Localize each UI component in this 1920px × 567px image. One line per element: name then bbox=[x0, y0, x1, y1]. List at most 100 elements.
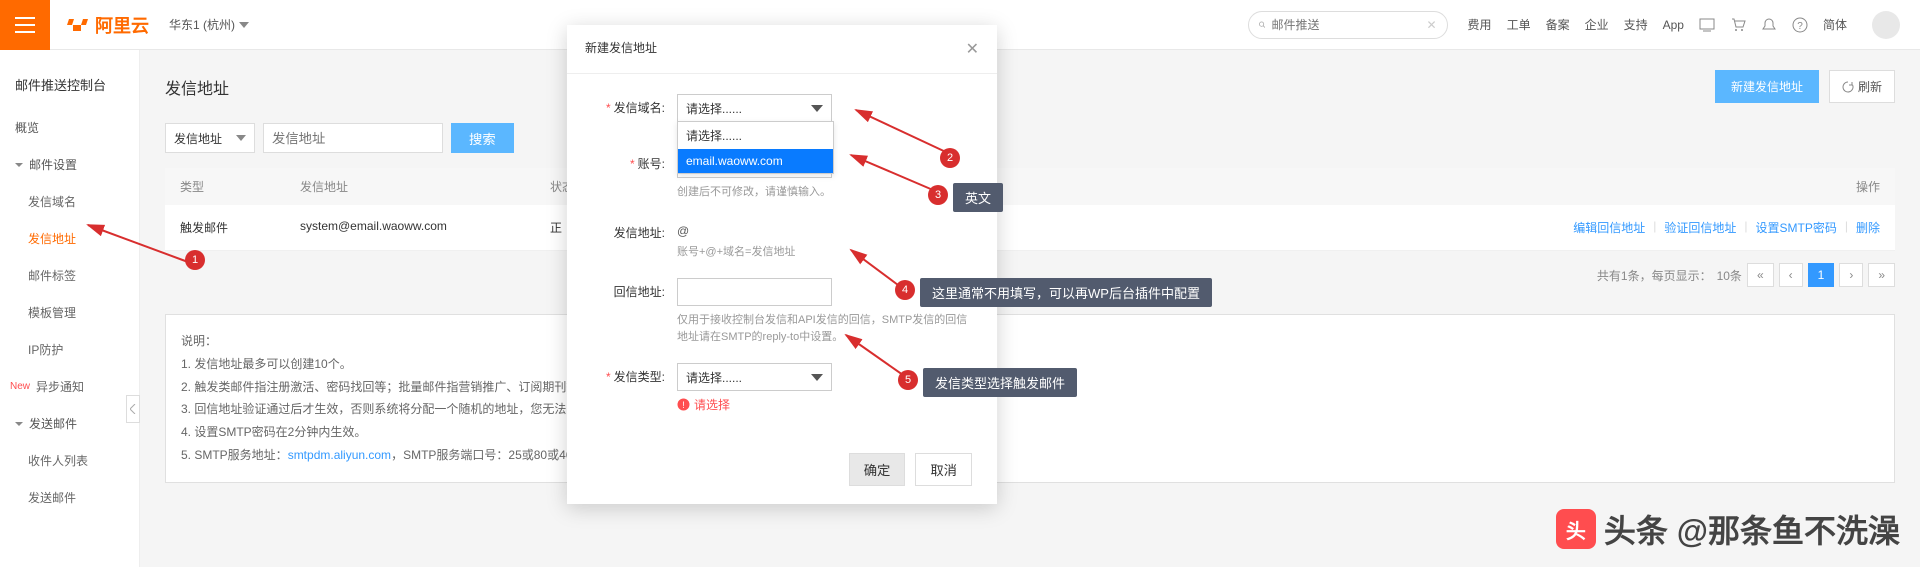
chevron-down-icon bbox=[236, 135, 246, 141]
watermark-icon: 头 bbox=[1556, 509, 1596, 549]
sidebar-overview[interactable]: 概览 bbox=[0, 109, 139, 146]
page-title: 发信地址 bbox=[165, 75, 229, 99]
annotation-badge-4: 4 bbox=[895, 280, 915, 300]
sidebar-title: 邮件推送控制台 bbox=[0, 60, 139, 109]
page-next[interactable]: › bbox=[1839, 263, 1863, 287]
domain-label: *发信域名: bbox=[592, 94, 677, 122]
domain-dropdown: 请选择...... email.waoww.com bbox=[677, 121, 834, 174]
info-title: 说明： bbox=[181, 330, 1879, 353]
modal-title: 新建发信地址 bbox=[585, 39, 657, 59]
create-address-button[interactable]: 新建发信地址 bbox=[1715, 70, 1819, 103]
hamburger-icon bbox=[15, 17, 35, 33]
chevron-down-icon bbox=[811, 374, 823, 381]
new-badge: New bbox=[10, 381, 30, 392]
aliyun-logo-icon bbox=[65, 13, 89, 37]
address-table: 类型 发信地址 状态 操作 触发邮件 system@email.waoww.co… bbox=[165, 168, 1895, 251]
info-line: 3. 回信地址验证通过后才生效，否则系统将分配一个随机的地址，您无法收到用户回复… bbox=[181, 398, 1879, 421]
nav-cost[interactable]: 费用 bbox=[1468, 16, 1492, 33]
table-row: 触发邮件 system@email.waoww.com 正 编辑回信地址| 验证… bbox=[165, 205, 1895, 251]
reply-label: 回信地址: bbox=[592, 278, 677, 345]
cell-type: 触发邮件 bbox=[180, 219, 300, 236]
logo[interactable]: 阿里云 bbox=[65, 12, 149, 38]
user-avatar[interactable] bbox=[1872, 11, 1900, 39]
nav-support[interactable]: 支持 bbox=[1624, 16, 1648, 33]
info-line: 5. SMTP服务地址：smtpdm.aliyun.com，SMTP服务端口号：… bbox=[181, 444, 1879, 467]
notification-icon[interactable] bbox=[1761, 17, 1777, 33]
chevron-down-icon bbox=[811, 105, 823, 112]
sidebar-notify[interactable]: New 异步通知 bbox=[0, 368, 139, 405]
search-input[interactable] bbox=[1271, 18, 1426, 32]
nav-ticket[interactable]: 工单 bbox=[1507, 16, 1531, 33]
type-label: *发信类型: bbox=[592, 363, 677, 413]
caret-down-icon bbox=[15, 161, 23, 169]
sidebar-send[interactable]: 发送邮件 bbox=[0, 479, 139, 516]
sidebar-recipients[interactable]: 收件人列表 bbox=[0, 442, 139, 479]
annotation-badge-2: 2 bbox=[940, 148, 960, 168]
nav-app[interactable]: App bbox=[1663, 18, 1684, 32]
action-verify-reply[interactable]: 验证回信地址 bbox=[1664, 219, 1736, 236]
cell-address: system@email.waoww.com bbox=[300, 219, 550, 236]
pagination-summary: 共有1条，每页显示： bbox=[1597, 267, 1712, 284]
account-label: *账号: bbox=[592, 150, 677, 201]
address-value: @ bbox=[677, 219, 972, 238]
sidebar-ip-protect[interactable]: IP防护 bbox=[0, 331, 139, 368]
page-first[interactable]: « bbox=[1747, 263, 1774, 287]
watermark: 头 头条 @那条鱼不洗澡 bbox=[1556, 506, 1900, 552]
annotation-badge-1: 1 bbox=[185, 250, 205, 270]
svg-text:?: ? bbox=[1797, 21, 1803, 32]
annotation-label-5: 发信类型选择触发邮件 bbox=[923, 368, 1077, 397]
annotation-badge-5: 5 bbox=[898, 370, 918, 390]
action-delete[interactable]: 删除 bbox=[1856, 219, 1880, 236]
nav-enterprise[interactable]: 企业 bbox=[1585, 16, 1609, 33]
dropdown-option-placeholder[interactable]: 请选择...... bbox=[678, 122, 833, 149]
sidebar-tags[interactable]: 邮件标签 bbox=[0, 257, 139, 294]
address-label: 发信地址: bbox=[592, 219, 677, 261]
modal-close-button[interactable]: ✕ bbox=[966, 39, 979, 59]
annotation-label-3: 英文 bbox=[953, 183, 1003, 212]
action-edit-reply[interactable]: 编辑回信地址 bbox=[1573, 219, 1645, 236]
global-search[interactable]: ✕ bbox=[1248, 11, 1448, 39]
action-set-smtp[interactable]: 设置SMTP密码 bbox=[1756, 219, 1837, 236]
filter-input[interactable] bbox=[263, 123, 443, 153]
info-box: 说明： 1. 发信地址最多可以创建10个。 2. 触发类邮件指注册激活、密码找回… bbox=[165, 314, 1895, 483]
search-icon bbox=[1259, 18, 1266, 32]
console-icon[interactable] bbox=[1699, 17, 1715, 33]
modal-cancel-button[interactable]: 取消 bbox=[915, 453, 972, 486]
type-select[interactable]: 请选择...... bbox=[677, 363, 832, 391]
type-error: ! 请选择 bbox=[677, 396, 972, 413]
chevron-down-icon bbox=[239, 22, 249, 28]
annotation-label-4: 这里通常不用填写，可以再WP后台插件中配置 bbox=[920, 278, 1212, 307]
page-current[interactable]: 1 bbox=[1808, 263, 1835, 287]
filter-type-select[interactable]: 发信地址 bbox=[165, 123, 255, 153]
error-icon: ! bbox=[677, 398, 690, 411]
search-clear-icon[interactable]: ✕ bbox=[1426, 18, 1436, 32]
domain-select[interactable]: 请选择...... bbox=[677, 94, 832, 122]
svg-text:!: ! bbox=[682, 400, 685, 410]
reply-hint: 仅用于接收控制台发信和API发信的回信，SMTP发信的回信地址请在SMTP的re… bbox=[677, 312, 972, 345]
pagination-per-page: 10条 bbox=[1717, 267, 1742, 284]
sidebar-domain[interactable]: 发信域名 bbox=[0, 183, 139, 220]
info-line: 4. 设置SMTP密码在2分钟内生效。 bbox=[181, 421, 1879, 444]
modal-confirm-button[interactable]: 确定 bbox=[849, 453, 906, 486]
help-icon[interactable]: ? bbox=[1792, 17, 1808, 33]
sidebar-template[interactable]: 模板管理 bbox=[0, 294, 139, 331]
region-selector[interactable]: 华东1 (杭州) bbox=[169, 16, 249, 33]
content-area: 发信地址 新建发信地址 刷新 发信地址 搜索 类型 发信地址 状态 操作 bbox=[140, 50, 1920, 567]
nav-backup[interactable]: 备案 bbox=[1546, 16, 1570, 33]
menu-button[interactable] bbox=[0, 0, 50, 50]
page-prev[interactable]: ‹ bbox=[1779, 263, 1803, 287]
sidebar-mail-settings[interactable]: 邮件设置 bbox=[0, 146, 139, 183]
sidebar-address[interactable]: 发信地址 bbox=[0, 220, 139, 257]
cart-icon[interactable] bbox=[1730, 17, 1746, 33]
search-button[interactable]: 搜索 bbox=[451, 123, 514, 153]
reply-input[interactable] bbox=[677, 278, 832, 306]
dropdown-option-domain[interactable]: email.waoww.com bbox=[678, 149, 833, 173]
sidebar-send-mail[interactable]: 发送邮件 bbox=[0, 405, 139, 442]
annotation-badge-3: 3 bbox=[928, 185, 948, 205]
page-last[interactable]: » bbox=[1868, 263, 1895, 287]
th-actions: 操作 bbox=[1550, 178, 1880, 195]
sidebar-collapse-handle[interactable] bbox=[126, 395, 140, 423]
smtp-host-link[interactable]: smtpdm.aliyun.com bbox=[288, 448, 391, 462]
refresh-button[interactable]: 刷新 bbox=[1829, 70, 1895, 103]
language-switch[interactable]: 简体 bbox=[1823, 16, 1847, 33]
